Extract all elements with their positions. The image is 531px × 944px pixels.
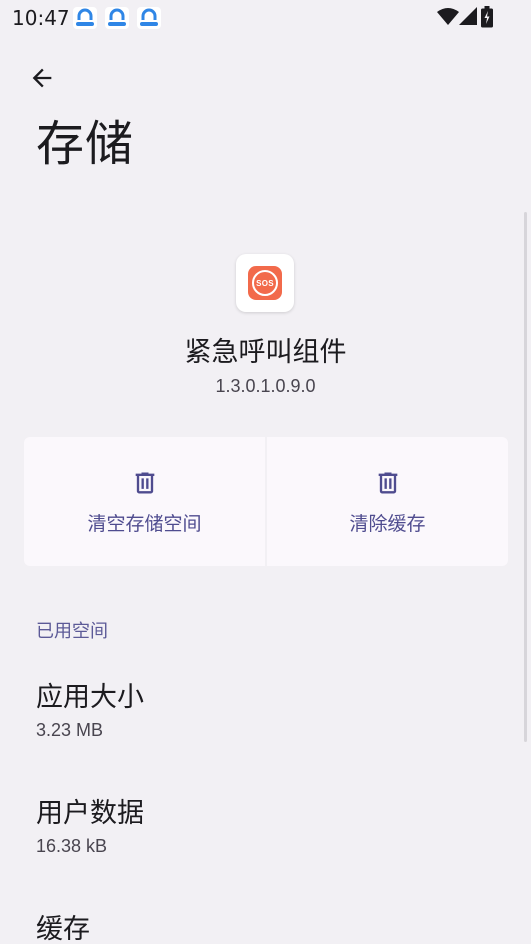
status-time: 10:47 (12, 6, 70, 30)
system-icons (437, 6, 493, 28)
status-bar: 10:47 (0, 0, 531, 36)
app-size-item[interactable]: 应用大小 3.23 MB (0, 680, 531, 742)
cache-item[interactable]: 缓存 (0, 912, 531, 944)
app-size-value: 3.23 MB (36, 720, 104, 740)
back-button[interactable] (22, 58, 62, 98)
cache-title: 缓存 (36, 914, 90, 944)
arrow-back-icon (32, 68, 52, 88)
clear-storage-label: 清空存储空间 (87, 513, 202, 535)
user-data-value: 16.38 kB (36, 836, 108, 856)
section-header-used-space: 已用空间 (36, 621, 108, 642)
user-data-title: 用户数据 (36, 798, 144, 829)
app-name: 紧急呼叫组件 (184, 337, 347, 368)
trash-icon (378, 472, 397, 494)
clear-cache-label: 清除缓存 (349, 513, 426, 535)
sos-icon-text: SOS (256, 278, 274, 288)
storage-screen: 10:47 存储 SOS 紧急呼叫组件 1.3.0.1.0.9.0 清空存储空间… (0, 0, 531, 944)
wifi-icon (437, 8, 459, 25)
action-buttons: 清空存储空间 清除缓存 (24, 437, 508, 566)
page-title: 存储 (36, 116, 135, 172)
app-notification-icon (72, 6, 98, 30)
app-version: 1.3.0.1.0.9.0 (215, 376, 316, 396)
clear-storage-button[interactable]: 清空存储空间 (24, 437, 265, 566)
app-size-title: 应用大小 (36, 682, 144, 713)
app-notification-icon (104, 6, 130, 30)
app-notification-icon (136, 6, 162, 30)
sos-icon: SOS (248, 266, 282, 300)
app-icon: SOS (236, 254, 294, 312)
scrollbar[interactable] (524, 212, 527, 742)
trash-icon (135, 472, 154, 494)
clear-cache-button[interactable]: 清除缓存 (267, 437, 508, 566)
signal-icon (459, 7, 477, 25)
battery-icon (481, 6, 493, 28)
user-data-item[interactable]: 用户数据 16.38 kB (0, 796, 531, 858)
